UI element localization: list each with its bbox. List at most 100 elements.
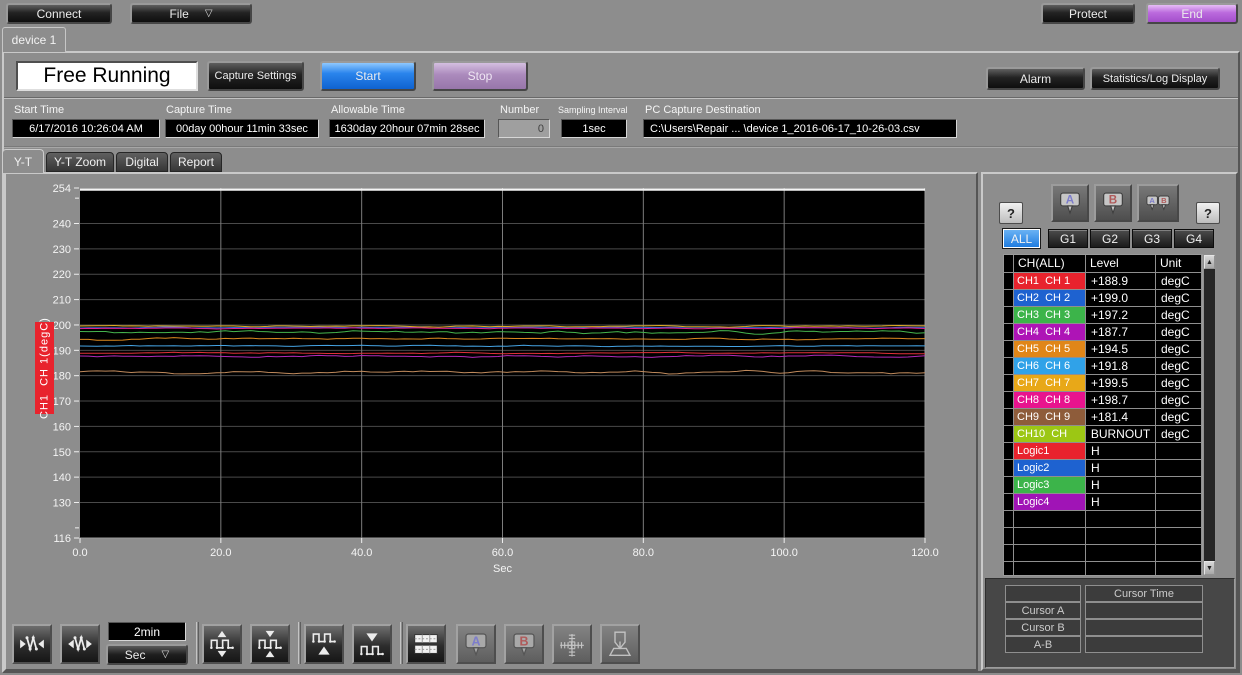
pen-down-button[interactable] [600,624,640,664]
scroll-up-button[interactable]: ▲ [1204,255,1215,269]
cursor-a-toolbar-button[interactable]: A [456,624,496,664]
channel-row[interactable]: CH6 CH 6+191.8degC [1004,358,1202,375]
stop-label: Stop [468,69,493,83]
channel-cell-name: CH4 CH 4 [1014,324,1086,341]
file-menu-button[interactable]: File ▽ [130,3,252,24]
grid-display-icon [411,629,441,659]
channel-row-empty [1004,545,1202,562]
capture-time-text: 00day 00hour 11min 33sec [176,123,308,135]
tab-device-1[interactable]: device 1 [2,27,66,52]
svg-text:B: B [519,634,528,648]
waveform-compress-horizontal-button[interactable] [12,624,52,664]
allowable-time-value: 1630day 20hour 07min 28sec [329,119,485,138]
wave-expand-h-icon [65,629,95,659]
svg-text:40.0: 40.0 [351,547,372,559]
group-button-g1[interactable]: G1 [1048,229,1088,248]
channel-row[interactable]: CH4 CH 4+187.7degC [1004,324,1202,341]
channel-cell-unit: degC [1156,341,1202,358]
waveform-shift-down-button[interactable] [352,624,392,664]
channel-table-header: CH(ALL) Level Unit [1004,255,1202,273]
svg-text:60.0: 60.0 [492,547,513,559]
protect-button[interactable]: Protect [1041,3,1135,24]
channel-cell-name: Logic3 [1014,477,1086,494]
channel-cell-gutter [1004,443,1014,460]
channel-row[interactable]: Logic1H [1004,443,1202,460]
channel-row[interactable]: CH3 CH 3+197.2degC [1004,307,1202,324]
channel-row[interactable]: CH5 CH 5+194.5degC [1004,341,1202,358]
scroll-down-button[interactable]: ▼ [1204,561,1215,575]
alarm-button[interactable]: Alarm [986,67,1085,90]
channel-row[interactable]: CH9 CH 9+181.4degC [1004,409,1202,426]
end-button[interactable]: End [1146,3,1238,24]
capture-mode-label: Free Running [43,64,170,88]
channel-row[interactable]: Logic4H [1004,494,1202,511]
channel-row[interactable]: CH7 CH 7+199.5degC [1004,375,1202,392]
cursor-b-button[interactable]: B [1094,184,1132,222]
cursor-a-button[interactable]: A [1051,184,1089,222]
capture-settings-button[interactable]: Capture Settings [207,61,304,91]
channel-cell-unit: degC [1156,307,1202,324]
stop-button[interactable]: Stop [432,61,528,91]
channel-cell-gutter [1004,511,1014,528]
statistics-label: Statistics/Log Display [1103,73,1208,85]
statistics-log-display-button[interactable]: Statistics/Log Display [1090,67,1220,90]
channel-row[interactable]: CH10 CHBURNOUTdegC [1004,426,1202,443]
header-channel: CH(ALL) [1014,255,1086,273]
tab-digital[interactable]: Digital [116,152,168,172]
help-button-right[interactable]: ? [1196,202,1220,224]
channel-cell-name: Logic1 [1014,443,1086,460]
y-axis-channel-badge[interactable]: CH1 CH 1(degC) [35,322,54,414]
cursor-b-toolbar-button[interactable]: B [504,624,544,664]
svg-text:220: 220 [53,269,71,281]
channel-row-empty [1004,562,1202,576]
channel-row[interactable]: Logic3H [1004,477,1202,494]
svg-text:80.0: 80.0 [633,547,654,559]
channel-cell-lvl: H [1086,460,1156,477]
channel-cell-lvl: +191.8 [1086,358,1156,375]
connect-button[interactable]: Connect [6,3,112,24]
channel-cell-lvl: +194.5 [1086,341,1156,358]
channel-row-empty [1004,511,1202,528]
group-button-g4[interactable]: G4 [1174,229,1214,248]
channel-cell-gutter [1004,528,1014,545]
wave-shift-up-icon [309,629,339,659]
waveform-expand-vertical-button[interactable] [202,624,242,664]
tab-y-t-label: Y-T [14,155,32,169]
group-button-all[interactable]: ALL [1003,229,1040,248]
channel-row[interactable]: CH8 CH 8+198.7degC [1004,392,1202,409]
channel-row[interactable]: CH2 CH 2+199.0degC [1004,290,1202,307]
waveform-shift-up-button[interactable] [304,624,344,664]
wave-compress-v-icon [255,629,285,659]
svg-text:A: A [1066,194,1075,207]
time-unit-dropdown[interactable]: Sec ▽ [106,644,188,665]
channel-table-scrollbar[interactable]: ▲ ▼ [1203,254,1216,576]
allowable-time-label: Allowable Time [331,104,405,116]
channel-cell-lvl: +199.0 [1086,290,1156,307]
channel-row[interactable]: Logic2H [1004,460,1202,477]
channel-cell-gutter [1004,341,1014,358]
channel-cell-name: CH10 CH [1014,426,1086,443]
help-button-left[interactable]: ? [999,202,1023,224]
yt-plot-svg[interactable]: 2542402302202102001901801701601501401301… [8,184,948,580]
group-button-g2[interactable]: G2 [1090,229,1130,248]
group-g3-label: G3 [1144,232,1160,246]
capture-time-label: Capture Time [166,104,232,116]
svg-text:254: 254 [53,184,71,195]
channel-cell-name: CH3 CH 3 [1014,307,1086,324]
tab-y-t-zoom[interactable]: Y-T Zoom [46,152,114,172]
help-label: ? [1007,206,1015,221]
tab-y-t[interactable]: Y-T [2,149,44,173]
start-button[interactable]: Start [320,61,416,91]
group-button-g3[interactable]: G3 [1132,229,1172,248]
channel-cell-gutter [1004,290,1014,307]
channel-row-empty [1004,528,1202,545]
channel-cell-unit: degC [1156,392,1202,409]
waveform-compress-vertical-button[interactable] [250,624,290,664]
waveform-expand-horizontal-button[interactable] [60,624,100,664]
channel-row[interactable]: CH1 CH 1+188.9degC [1004,273,1202,290]
digital-grid-display-button[interactable] [406,624,446,664]
cursor-ab-button[interactable]: A B [1137,184,1179,222]
end-label: End [1181,7,1202,21]
crosshair-cursor-button[interactable] [552,624,592,664]
tab-report[interactable]: Report [170,152,222,172]
